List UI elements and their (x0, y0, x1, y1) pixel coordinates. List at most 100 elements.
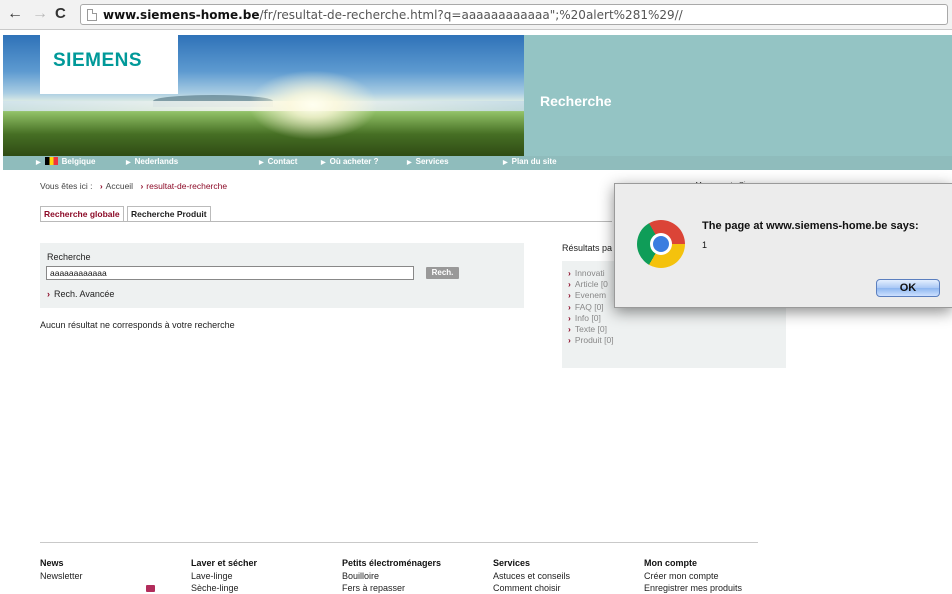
list-item[interactable]: › Innovati (568, 268, 614, 279)
alert-title: The page at www.siemens-home.be says: (702, 220, 919, 232)
footer-link[interactable]: Lave-linge (191, 570, 257, 582)
footer-heading: News (40, 558, 64, 568)
nav-label: Plan du site (511, 157, 557, 166)
nav-item-nederlands[interactable]: ▶ Nederlands (126, 157, 178, 166)
footer-column-mon-compte: Mon compte Créer mon compte Enregistrer … (644, 558, 742, 594)
nav-arrow-icon: ▶ (407, 160, 412, 166)
list-item-label: Produit [0] (574, 335, 614, 346)
logo[interactable]: SIEMENS (40, 35, 178, 94)
list-item[interactable]: › FAQ [0] (568, 302, 614, 313)
list-item-label: Innovati (574, 268, 605, 278)
footer-column-laver: Laver et sécher Lave-linge Sèche-linge (191, 558, 257, 594)
url-path: /fr/resultat-de-recherche.html?q=aaaaaaa… (259, 8, 683, 22)
section-banner: Recherche (524, 35, 952, 156)
footer-link[interactable]: Astuces et conseils (493, 570, 570, 582)
breadcrumb: Vous êtes ici : › Accueil › resultat-de-re… (40, 181, 227, 191)
footer-link[interactable]: Newsletter (40, 570, 83, 582)
chrome-logo-icon (637, 220, 685, 268)
nav-arrow-icon: ▶ (36, 160, 41, 166)
browser-toolbar: ← → C www.siemens-home.be/fr/resultat-de… (0, 0, 952, 30)
ok-button[interactable]: OK (876, 279, 940, 297)
footer-heading: Petits électroménagers (342, 558, 442, 568)
nav-item-contact[interactable]: ▶ Contact (259, 157, 297, 166)
breadcrumb-prefix: Vous êtes ici : (40, 181, 93, 191)
footer-link[interactable]: Fers à repasser (342, 582, 441, 594)
footer-divider (40, 542, 758, 543)
no-result-message: Aucun résultat ne corresponds à votre re… (40, 320, 235, 330)
footer-link[interactable]: Comment choisir (493, 582, 570, 594)
results-list: › Innovati › Article [0 › Evenem › FAQ [0] ›… (568, 268, 614, 346)
chevron-right-icon: › (568, 279, 571, 290)
list-item[interactable]: › Produit [0] (568, 335, 614, 346)
chevron-right-icon: › (568, 301, 571, 312)
search-label: Recherche (47, 252, 91, 262)
footer-column-petits: Petits électroménagers Bouilloire Fers à… (342, 558, 441, 594)
footer-heading: Mon compte (644, 558, 697, 568)
footer-link[interactable]: Bouilloire (342, 570, 441, 582)
footer-link[interactable]: Créer mon compte (644, 570, 742, 582)
top-nav: ▶ Belgique ▶ Nederlands ▶ Contact ▶ Où achet… (3, 156, 952, 170)
list-item-label: Info [0] (574, 312, 601, 323)
nav-arrow-icon: ▶ (126, 160, 131, 166)
nav-arrow-icon: ▶ (259, 160, 264, 166)
list-item-label: Texte [0] (574, 324, 607, 335)
footer-column-news: News Newsletter (40, 558, 83, 582)
nav-item-plan-du-site[interactable]: ▶ Plan du site (503, 157, 557, 166)
nav-label: Où acheter ? (329, 157, 379, 166)
chevron-right-icon: › (47, 289, 50, 299)
nav-item-ou-acheter[interactable]: ▶ Où acheter ? (321, 157, 379, 166)
forward-arrow-icon[interactable]: → (32, 5, 48, 23)
address-bar[interactable]: www.siemens-home.be/fr/resultat-de-reche… (80, 4, 948, 25)
chevron-right-icon: › (568, 268, 571, 278)
search-panel: Recherche Rech. › Rech. Avancée (40, 243, 524, 308)
page-icon (87, 9, 97, 21)
nav-arrow-icon: ▶ (321, 160, 326, 166)
tab-recherche-produit[interactable]: Recherche Produit (127, 206, 211, 221)
tab-recherche-globale[interactable]: Recherche globale (40, 206, 124, 221)
list-item[interactable]: › Evenem (568, 290, 614, 301)
footer-link[interactable]: Sèche-linge (191, 582, 257, 594)
breadcrumb-current[interactable]: resultat-de-recherche (146, 181, 227, 191)
list-item-label: Article [0 (574, 279, 608, 290)
advanced-search-link[interactable]: › Rech. Avancée (47, 289, 114, 299)
chevron-right-icon: › (568, 324, 571, 335)
list-item-label: Evenem (574, 290, 607, 301)
hero-sun (248, 70, 378, 140)
bookmark-icon (146, 585, 155, 592)
nav-label: Contact (267, 157, 298, 166)
footer-link[interactable]: Enregistrer mes produits (644, 582, 742, 594)
list-item[interactable]: › Texte [0] (568, 324, 614, 335)
chevron-right-icon: › (140, 181, 144, 191)
chevron-right-icon: › (99, 181, 103, 191)
nav-label: Nederlands (134, 157, 179, 166)
search-input[interactable] (46, 266, 414, 280)
nav-arrow-icon: ▶ (503, 160, 508, 166)
list-item[interactable]: › Info [0] (568, 313, 614, 324)
search-button[interactable]: Rech. (426, 267, 459, 279)
nav-item-services[interactable]: ▶ Services (407, 157, 449, 166)
logo-text: SIEMENS (53, 50, 143, 71)
results-title: Résultats pa (562, 243, 613, 253)
tab-divider (40, 221, 612, 222)
nav-label: Belgique (61, 157, 96, 166)
alert-dialog: The page at www.siemens-home.be says: 1 … (614, 183, 952, 308)
footer-heading: Laver et sécher (191, 558, 258, 568)
advanced-search-label: Rech. Avancée (54, 289, 115, 299)
nav-label: Services (415, 157, 449, 166)
footer-column-services: Services Astuces et conseils Comment cho… (493, 558, 570, 594)
footer-heading: Services (493, 558, 531, 568)
list-item-label: FAQ [0] (574, 301, 604, 312)
chrome-logo-core (653, 236, 669, 252)
breadcrumb-home[interactable]: Accueil (106, 181, 133, 191)
belgium-flag-icon (44, 157, 58, 165)
url-host: www.siemens-home.be (103, 8, 260, 22)
alert-message: 1 (702, 240, 708, 250)
nav-item-belgique[interactable]: ▶ Belgique (36, 157, 95, 166)
chevron-right-icon: › (568, 335, 571, 346)
url-text: www.siemens-home.be/fr/resultat-de-reche… (103, 8, 683, 22)
list-item[interactable]: › Article [0 (568, 279, 614, 290)
chevron-right-icon: › (568, 312, 571, 323)
back-arrow-icon[interactable]: ← (7, 5, 23, 23)
reload-icon[interactable]: C (55, 5, 66, 23)
chevron-right-icon: › (568, 290, 571, 301)
